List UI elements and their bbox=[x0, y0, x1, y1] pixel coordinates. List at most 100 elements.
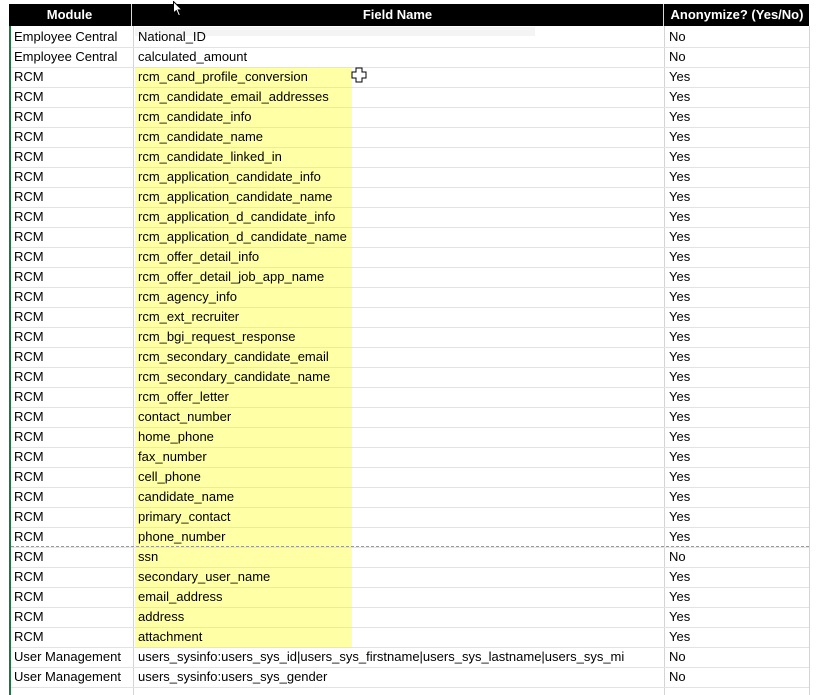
anonymize-cell[interactable]: Yes bbox=[669, 167, 690, 187]
module-cell[interactable]: RCM bbox=[14, 507, 44, 527]
table-row[interactable]: RCM rcm_secondary_candidate_email Yes bbox=[11, 347, 809, 368]
module-cell[interactable]: RCM bbox=[14, 407, 44, 427]
anonymize-cell[interactable]: Yes bbox=[669, 487, 690, 507]
field-name-cell[interactable]: rcm_secondary_candidate_email bbox=[138, 347, 329, 367]
header-field-name[interactable]: Field Name bbox=[131, 4, 663, 26]
anonymize-cell[interactable]: Yes bbox=[669, 467, 690, 487]
table-row[interactable]: RCM rcm_agency_info Yes bbox=[11, 287, 809, 308]
module-cell[interactable]: RCM bbox=[14, 227, 44, 247]
table-row[interactable]: RCM rcm_application_candidate_name Yes bbox=[11, 187, 809, 208]
module-cell[interactable]: RCM bbox=[14, 607, 44, 627]
table-row[interactable]: User Management users_sysinfo:users_sys_i… bbox=[11, 647, 809, 668]
field-name-cell[interactable]: secondary_user_name bbox=[138, 567, 270, 587]
header-anonymize[interactable]: Anonymize? (Yes/No) bbox=[663, 4, 810, 26]
table-row[interactable]: RCM rcm_offer_letter Yes bbox=[11, 387, 809, 408]
field-name-cell[interactable]: rcm_application_candidate_name bbox=[138, 187, 332, 207]
field-name-cell[interactable]: rcm_candidate_name bbox=[138, 127, 263, 147]
field-name-cell[interactable]: address bbox=[138, 607, 184, 627]
module-cell[interactable]: RCM bbox=[14, 67, 44, 87]
anonymize-cell[interactable]: Yes bbox=[669, 127, 690, 147]
table-row[interactable]: RCM rcm_offer_detail_job_app_name Yes bbox=[11, 267, 809, 288]
module-cell[interactable]: Employee Central bbox=[14, 27, 117, 47]
field-name-cell[interactable]: rcm_bgi_request_response bbox=[138, 327, 296, 347]
module-cell[interactable]: RCM bbox=[14, 267, 44, 287]
module-cell[interactable]: RCM bbox=[14, 447, 44, 467]
table-row[interactable]: RCM secondary_user_name Yes bbox=[11, 567, 809, 588]
field-name-cell[interactable]: rcm_candidate_linked_in bbox=[138, 147, 282, 167]
module-cell[interactable]: RCM bbox=[14, 527, 44, 547]
header-module[interactable]: Module bbox=[9, 4, 130, 26]
table-row[interactable]: RCM rcm_cand_profile_conversion Yes bbox=[11, 67, 809, 88]
table-row[interactable]: RCM email_address Yes bbox=[11, 587, 809, 608]
field-name-cell[interactable]: contact_number bbox=[138, 407, 231, 427]
field-name-cell[interactable]: rcm_offer_detail_info bbox=[138, 247, 259, 267]
field-name-cell[interactable]: rcm_application_d_candidate_name bbox=[138, 227, 347, 247]
module-cell[interactable]: RCM bbox=[14, 247, 44, 267]
field-name-cell[interactable]: rcm_application_candidate_info bbox=[138, 167, 321, 187]
module-cell[interactable]: RCM bbox=[14, 587, 44, 607]
table-row[interactable]: RCM rcm_secondary_candidate_name Yes bbox=[11, 367, 809, 388]
field-name-cell[interactable]: rcm_offer_letter bbox=[138, 387, 229, 407]
module-cell[interactable]: Employee Central bbox=[14, 47, 117, 67]
table-row[interactable]: RCM rcm_offer_detail_info Yes bbox=[11, 247, 809, 268]
field-name-cell[interactable]: rcm_candidate_info bbox=[138, 107, 251, 127]
field-name-cell[interactable]: rcm_cand_profile_conversion bbox=[138, 67, 308, 87]
table-row[interactable]: RCM candidate_name Yes bbox=[11, 487, 809, 508]
table-row[interactable]: RCM fax_number Yes bbox=[11, 447, 809, 468]
anonymize-cell[interactable]: Yes bbox=[669, 447, 690, 467]
field-name-cell[interactable]: rcm_agency_info bbox=[138, 287, 237, 307]
anonymize-cell[interactable]: Yes bbox=[669, 87, 690, 107]
anonymize-cell[interactable]: No bbox=[669, 547, 686, 567]
field-name-cell[interactable]: users_sysinfo:users_sys_gender bbox=[138, 667, 327, 687]
anonymize-cell[interactable]: Yes bbox=[669, 147, 690, 167]
anonymize-cell[interactable]: Yes bbox=[669, 567, 690, 587]
field-name-cell[interactable]: rcm_application_d_candidate_info bbox=[138, 207, 335, 227]
anonymize-cell[interactable]: Yes bbox=[669, 367, 690, 387]
table-row[interactable]: RCM rcm_candidate_info Yes bbox=[11, 107, 809, 128]
anonymize-cell[interactable]: Yes bbox=[669, 227, 690, 247]
anonymize-cell[interactable]: No bbox=[669, 667, 686, 687]
field-name-cell[interactable]: ssn bbox=[138, 547, 158, 567]
module-cell[interactable]: RCM bbox=[14, 167, 44, 187]
module-cell[interactable]: RCM bbox=[14, 487, 44, 507]
field-name-cell[interactable]: rcm_offer_detail_job_app_name bbox=[138, 267, 324, 287]
field-name-cell[interactable]: attachment bbox=[138, 627, 202, 647]
module-cell[interactable]: RCM bbox=[14, 547, 44, 567]
table-row[interactable]: RCM rcm_candidate_linked_in Yes bbox=[11, 147, 809, 168]
table-row[interactable]: RCM rcm_application_d_candidate_info Yes bbox=[11, 207, 809, 228]
anonymize-cell[interactable]: Yes bbox=[669, 507, 690, 527]
table-row[interactable]: RCM address Yes bbox=[11, 607, 809, 628]
table-row[interactable]: RCM home_phone Yes bbox=[11, 427, 809, 448]
module-cell[interactable]: RCM bbox=[14, 187, 44, 207]
module-cell[interactable]: RCM bbox=[14, 307, 44, 327]
anonymize-cell[interactable]: Yes bbox=[669, 427, 690, 447]
anonymize-cell[interactable]: No bbox=[669, 47, 686, 67]
table-row[interactable]: User Management users_sysinfo:users_sys_g… bbox=[11, 667, 809, 688]
field-name-cell[interactable]: candidate_name bbox=[138, 487, 234, 507]
field-name-cell[interactable]: primary_contact bbox=[138, 507, 230, 527]
table-row[interactable]: Employee Central calculated_amount No bbox=[11, 47, 809, 68]
table-row[interactable]: RCM attachment Yes bbox=[11, 627, 809, 648]
anonymize-cell[interactable]: Yes bbox=[669, 287, 690, 307]
module-cell[interactable]: User Management bbox=[14, 647, 121, 667]
anonymize-cell[interactable]: Yes bbox=[669, 627, 690, 647]
module-cell[interactable]: RCM bbox=[14, 347, 44, 367]
module-cell[interactable]: RCM bbox=[14, 627, 44, 647]
field-name-cell[interactable]: fax_number bbox=[138, 447, 207, 467]
table-row[interactable]: RCM rcm_bgi_request_response Yes bbox=[11, 327, 809, 348]
table-row[interactable]: RCM contact_number Yes bbox=[11, 407, 809, 428]
table-row[interactable]: RCM rcm_ext_recruiter Yes bbox=[11, 307, 809, 328]
field-name-cell[interactable]: users_sysinfo:users_sys_id|users_sys_fir… bbox=[138, 647, 624, 667]
table-row[interactable]: RCM cell_phone Yes bbox=[11, 467, 809, 488]
anonymize-cell[interactable]: Yes bbox=[669, 207, 690, 227]
table-row[interactable]: RCM rcm_application_d_candidate_name Yes bbox=[11, 227, 809, 248]
field-name-cell[interactable]: National_ID bbox=[138, 27, 206, 47]
module-cell[interactable]: RCM bbox=[14, 567, 44, 587]
field-name-cell[interactable]: rcm_ext_recruiter bbox=[138, 307, 239, 327]
field-name-cell[interactable]: rcm_candidate_email_addresses bbox=[138, 87, 329, 107]
module-cell[interactable]: RCM bbox=[14, 367, 44, 387]
module-cell[interactable]: RCM bbox=[14, 287, 44, 307]
table-row[interactable]: RCM rcm_application_candidate_info Yes bbox=[11, 167, 809, 188]
anonymize-cell[interactable]: Yes bbox=[669, 387, 690, 407]
table-row[interactable]: RCM rcm_candidate_email_addresses Yes bbox=[11, 87, 809, 108]
